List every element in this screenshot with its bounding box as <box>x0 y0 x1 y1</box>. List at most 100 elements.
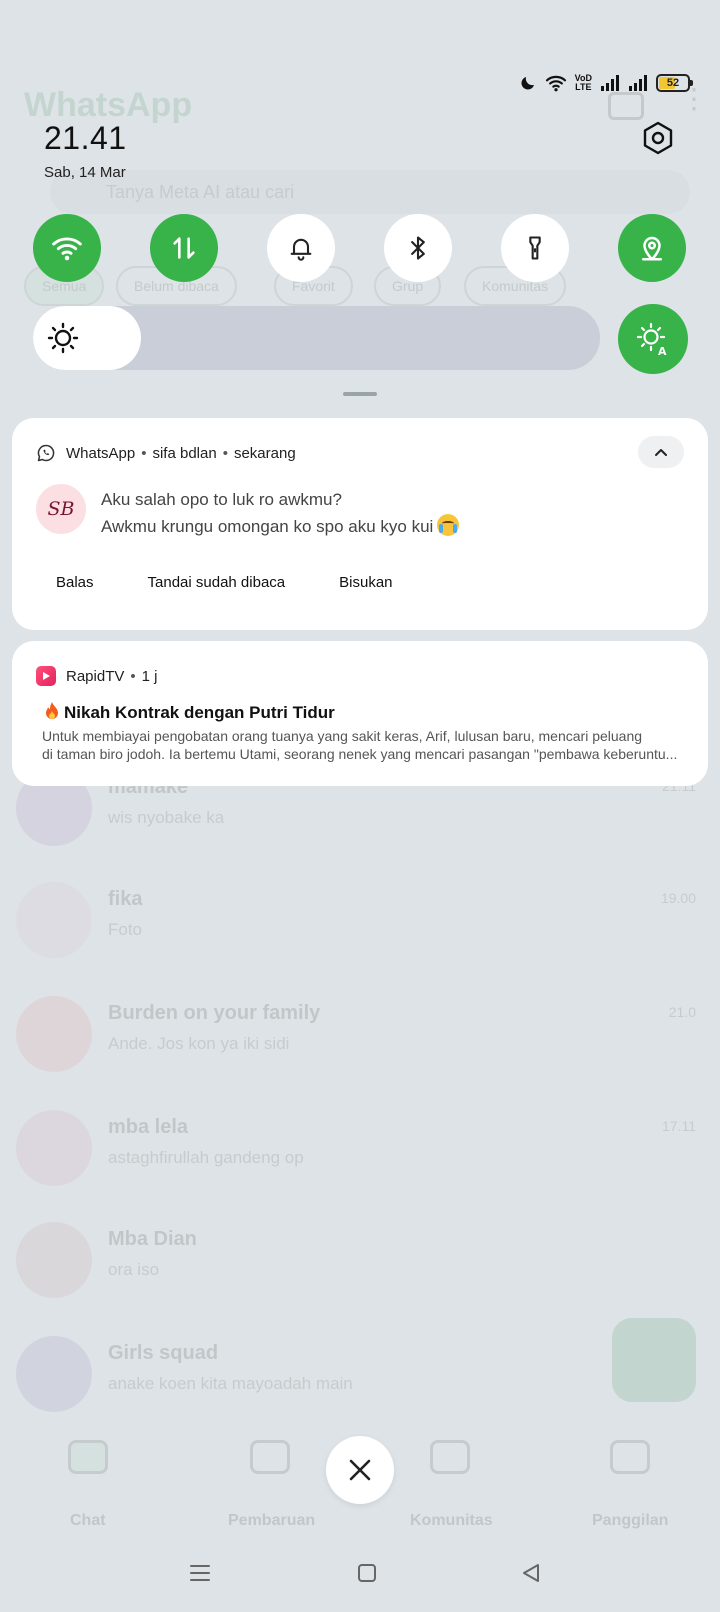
do-not-disturb-moon-icon <box>521 77 534 90</box>
auto-brightness-toggle[interactable]: A <box>618 304 688 374</box>
notification-sender: sifa bdlan <box>152 444 217 462</box>
fire-icon <box>46 702 58 719</box>
mobile-data-toggle[interactable] <box>150 214 218 282</box>
close-icon <box>349 1459 371 1481</box>
signal-2-icon <box>629 75 647 91</box>
bg-camera-icon <box>608 92 644 120</box>
bg-chat-name: Burden on your family <box>108 1002 321 1024</box>
bg-avatar <box>16 1110 92 1186</box>
bg-tab-icon <box>430 1440 470 1474</box>
rapidtv-icon <box>36 666 56 686</box>
notification-body: Untuk membiayai pengobatan orang tuanya … <box>42 727 682 763</box>
whatsapp-notification[interactable]: WhatsApp • sifa bdlan • sekarang SB Aku … <box>12 418 708 630</box>
bg-tab-icon <box>68 1440 108 1474</box>
bg-tab-label: Panggilan <box>592 1512 669 1529</box>
bg-chat-time: 21.0 <box>668 1004 696 1020</box>
bg-tab-icon <box>610 1440 650 1474</box>
wifi-toggle[interactable] <box>33 214 101 282</box>
chevron-up-icon <box>655 449 667 456</box>
whatsapp-icon <box>37 444 55 462</box>
bg-chat-row: mba lela astaghfirullah gandeng op 17.11 <box>16 1110 706 1200</box>
brightness-sun-icon <box>47 322 79 354</box>
bg-chat-name: Mba Dian <box>108 1228 197 1250</box>
message-line-1: Aku salah opo to luk ro awkmu? <box>101 490 342 509</box>
bg-chat-row: Burden on your family Ande. Jos kon ya i… <box>16 996 706 1086</box>
bg-chat-row: fika Foto 19.00 <box>16 882 706 972</box>
bluetooth-icon <box>411 236 425 260</box>
notification-body-line-1: Untuk membiayai pengobatan orang tuanya … <box>42 728 643 744</box>
notification-header: WhatsApp • sifa bdlan • sekarang <box>36 442 296 464</box>
flashlight-toggle[interactable] <box>501 214 569 282</box>
bg-tab-label: Chat <box>70 1512 106 1529</box>
rapidtv-notification[interactable]: RapidTV • 1 j Nikah Kontrak dengan Putri… <box>12 641 708 786</box>
notification-time: sekarang <box>233 444 296 462</box>
crying-face-icon <box>437 514 460 536</box>
bg-chat-name: fika <box>108 888 143 910</box>
back-triangle-icon[interactable] <box>520 1562 542 1584</box>
mute-button[interactable]: Bisukan <box>339 574 392 598</box>
bg-tab-label: Pembaruan <box>228 1512 316 1529</box>
bg-chat-name: mba lela <box>108 1116 189 1138</box>
play-icon <box>43 672 50 680</box>
auto-brightness-icon: A <box>636 322 667 357</box>
panel-drag-handle[interactable] <box>343 392 377 396</box>
quick-settings-toggles <box>33 214 689 282</box>
message-line-2-wrapper: Awkmu krungu omongan ko spo aku kyo kui <box>101 514 460 537</box>
bg-avatar <box>16 996 92 1072</box>
battery-icon: 52 <box>656 74 693 92</box>
bg-chat-row: Girls squad anake koen kita mayoadah mai… <box>16 1336 706 1426</box>
notification-actions: Balas Tandai sudah dibaca Bisukan <box>56 574 447 598</box>
notification-app-name: RapidTV <box>66 667 125 685</box>
bg-chat-message: ora iso <box>108 1260 160 1279</box>
home-square-icon[interactable] <box>356 1562 378 1584</box>
battery-percentage: 52 <box>666 77 680 89</box>
bg-tab-icon <box>250 1440 290 1474</box>
bg-more-icon: ⋮ <box>680 83 708 114</box>
reply-button[interactable]: Balas <box>56 574 94 598</box>
collapse-notification-button[interactable] <box>638 436 684 468</box>
bg-chat-message: Ande. Jos kon ya iki sidi <box>108 1034 290 1053</box>
signal-1-icon <box>601 75 619 91</box>
sound-toggle[interactable] <box>267 214 335 282</box>
notification-title-wrapper: Nikah Kontrak dengan Putri Tidur <box>44 701 335 723</box>
notification-title: Nikah Kontrak dengan Putri Tidur <box>64 703 335 722</box>
status-bar-icons: VoD LTE 52 <box>519 72 693 94</box>
data-transfer-icon <box>173 237 195 259</box>
wifi-status-icon <box>545 75 566 92</box>
brightness-slider[interactable] <box>33 306 600 370</box>
bg-avatar <box>16 1336 92 1412</box>
sender-avatar: SB <box>36 484 86 534</box>
bell-icon <box>290 238 312 261</box>
bg-avatar <box>16 1222 92 1298</box>
bg-search-bar: Tanya Meta AI atau cari <box>50 170 690 214</box>
notification-body-line-2: di taman biro jodoh. Ia bertemu Utami, s… <box>42 746 678 762</box>
bg-chat-name: Girls squad <box>108 1342 219 1364</box>
bg-chat-row: Mba Dian ora iso <box>16 1222 706 1312</box>
bg-chat-message: wis nyobake ka <box>108 808 225 827</box>
settings-gear-icon[interactable] <box>640 120 676 156</box>
notification-header: RapidTV • 1 j <box>36 665 157 687</box>
volte-indicator: VoD LTE <box>574 73 592 92</box>
svg-text:A: A <box>658 345 667 357</box>
bg-avatar <box>16 882 92 958</box>
mark-as-read-button[interactable]: Tandai sudah dibaca <box>148 574 286 598</box>
bg-tab-label: Komunitas <box>410 1512 493 1529</box>
wifi-icon <box>52 237 82 261</box>
location-toggle[interactable] <box>618 214 686 282</box>
bluetooth-toggle[interactable] <box>384 214 452 282</box>
recent-apps-menu-icon[interactable] <box>188 1562 212 1584</box>
bg-chat-message: anake koen kita mayoadah main <box>108 1374 353 1393</box>
bg-chat-message: Foto <box>108 920 143 939</box>
bg-chat-time: 19.00 <box>660 890 696 906</box>
clock-time[interactable]: 21.41 <box>44 120 127 157</box>
bg-chat-time: 17.11 <box>662 1118 696 1134</box>
clear-notifications-button[interactable] <box>326 1436 394 1504</box>
location-icon <box>642 236 662 261</box>
notification-app-name: WhatsApp <box>66 444 136 462</box>
message-line-2: Awkmu krungu omongan ko spo aku kyo kui <box>101 517 434 536</box>
bg-chat-message: astaghfirullah gandeng op <box>108 1148 304 1167</box>
flashlight-icon <box>529 236 541 260</box>
notification-time: 1 j <box>141 667 158 685</box>
clock-date[interactable]: Sab, 14 Mar <box>44 164 126 181</box>
bg-new-chat-fab <box>612 1318 696 1402</box>
